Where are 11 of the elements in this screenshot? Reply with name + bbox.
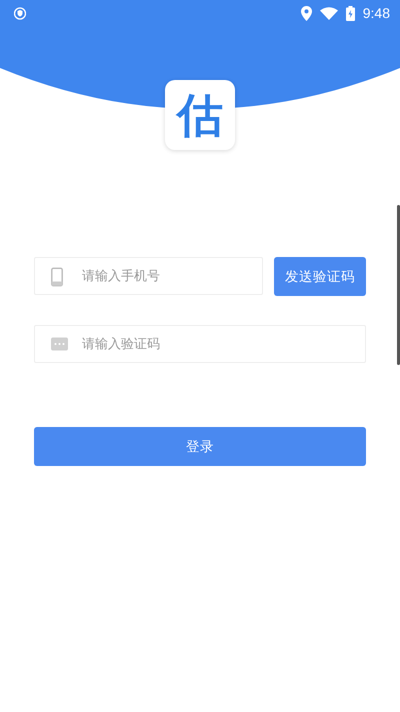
- phone-icon: [51, 267, 63, 286]
- shield-icon: [14, 6, 26, 20]
- login-button[interactable]: 登录: [34, 427, 366, 466]
- send-code-button[interactable]: 发送验证码: [274, 257, 366, 296]
- status-time: 9:48: [362, 5, 390, 21]
- location-icon: [300, 6, 312, 20]
- code-field[interactable]: 请输入验证码: [34, 325, 366, 363]
- message-icon: [51, 338, 68, 350]
- wifi-icon: [320, 6, 338, 20]
- phone-field[interactable]: 请输入手机号: [34, 257, 263, 295]
- app-logo: 估: [165, 80, 235, 150]
